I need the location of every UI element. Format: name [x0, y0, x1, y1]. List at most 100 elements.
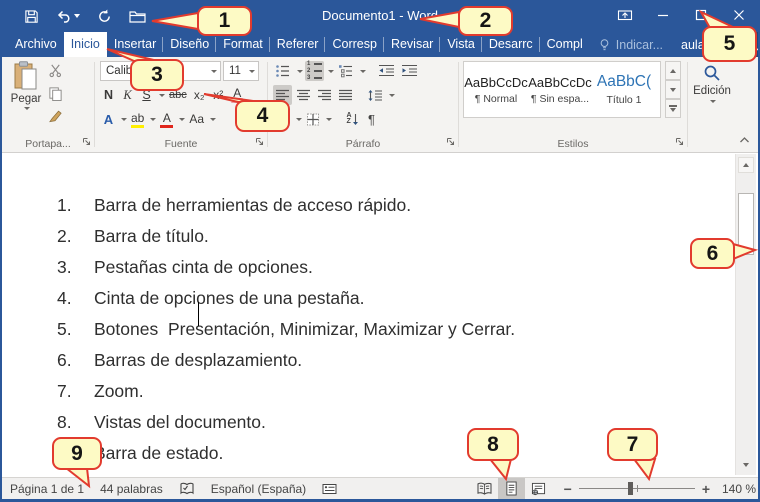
highlight-caret[interactable] — [150, 118, 156, 121]
text-effects-caret[interactable] — [121, 118, 127, 121]
change-case-button[interactable]: Aa — [187, 109, 206, 129]
editing-button[interactable]: Edición — [688, 61, 736, 103]
macro-recording-icon[interactable] — [314, 482, 345, 495]
text-effects-button[interactable]: A — [100, 109, 117, 129]
tab-archivo[interactable]: Archivo — [8, 32, 64, 57]
font-size-combobox[interactable]: 11 — [223, 61, 259, 81]
ribbon-display-options-icon[interactable] — [606, 0, 644, 30]
title-bar: Documento1 - Word — [2, 0, 758, 32]
zoom-slider-thumb[interactable] — [628, 482, 633, 495]
line-spacing-button[interactable] — [365, 85, 385, 105]
vertical-scrollbar[interactable] — [735, 154, 756, 475]
multilevel-list-button[interactable] — [336, 61, 356, 81]
cut-icon[interactable] — [48, 63, 63, 81]
list-item: 5.Botones Presentación, Minimizar, Maxim… — [57, 319, 515, 350]
styles-scroll-buttons — [665, 61, 681, 118]
scroll-down-arrow[interactable] — [738, 458, 754, 472]
bold-button[interactable]: N — [100, 85, 117, 105]
style-titulo-1[interactable]: AaBbC( Título 1 — [592, 62, 656, 117]
tab-correspondencia[interactable]: Corresp — [325, 32, 383, 57]
clear-formatting-letter: A — [233, 88, 241, 98]
tell-me-label: Indicar... — [616, 38, 663, 52]
line-spacing-caret[interactable] — [389, 94, 395, 97]
paste-dropdown-caret[interactable] — [24, 107, 30, 110]
print-layout-button[interactable] — [498, 478, 525, 499]
numbering-caret[interactable] — [328, 70, 334, 73]
bullets-caret[interactable] — [297, 70, 303, 73]
read-mode-button[interactable] — [471, 478, 498, 499]
zoom-slider[interactable] — [579, 482, 695, 495]
styles-scroll-down[interactable] — [665, 80, 681, 99]
font-color-letter: A — [163, 113, 171, 124]
zoom-percentage[interactable]: 140 % — [716, 482, 758, 496]
align-center-button[interactable] — [294, 85, 313, 105]
numbering-button[interactable]: 1 2 3 — [305, 61, 324, 81]
ribbon-tab-bar: Archivo Inicio Insertar Diseño Format Re… — [2, 32, 758, 57]
align-right-button[interactable] — [315, 85, 334, 105]
multilevel-caret[interactable] — [360, 70, 366, 73]
font-color-button[interactable]: A — [158, 110, 175, 128]
paste-button[interactable]: Pegar — [8, 61, 44, 133]
web-layout-button[interactable] — [525, 478, 552, 499]
page-indicator[interactable]: Página 1 de 1 — [2, 482, 92, 496]
lightbulb-icon — [598, 38, 611, 52]
increase-indent-button[interactable] — [399, 61, 420, 81]
style-preview: AaBbCcDc — [528, 75, 592, 90]
format-painter-icon[interactable] — [48, 109, 63, 127]
collapse-ribbon-icon[interactable] — [739, 133, 750, 147]
callout-8: 8 — [467, 428, 519, 461]
sort-button[interactable]: AZ — [344, 109, 361, 129]
zoom-out-button[interactable]: − — [564, 484, 572, 494]
dialog-launcher-parrafo[interactable] — [446, 135, 455, 149]
minimize-icon[interactable] — [644, 0, 682, 30]
callout-4: 4 — [235, 100, 290, 132]
tell-me-box[interactable]: Indicar... — [590, 38, 671, 52]
justify-button[interactable] — [336, 85, 355, 105]
language-indicator[interactable]: Español (España) — [203, 482, 314, 496]
superscript-button[interactable]: x² — [210, 85, 227, 105]
dialog-launcher-estilos[interactable] — [675, 135, 684, 149]
highlight-button[interactable]: ab — [129, 110, 146, 128]
change-case-caret[interactable] — [210, 118, 216, 121]
font-size-caret[interactable] — [249, 70, 255, 73]
bullets-button[interactable] — [273, 61, 293, 81]
font-color-caret[interactable] — [179, 118, 185, 121]
tab-revisar[interactable]: Revisar — [384, 32, 440, 57]
document-page[interactable]: 1.Barra de herramientas de acceso rápido… — [4, 154, 735, 475]
list-item: 9.Barra de estado. — [57, 443, 515, 474]
tab-complementos[interactable]: Compl — [540, 32, 590, 57]
style-normal[interactable]: AaBbCcDc ¶ Normal — [464, 62, 528, 117]
tab-insertar[interactable]: Insertar — [107, 32, 163, 57]
copy-icon[interactable] — [48, 86, 63, 104]
borders-button[interactable] — [304, 109, 322, 129]
tab-referencias[interactable]: Referer — [270, 32, 326, 57]
dialog-launcher-fuente[interactable] — [255, 135, 264, 149]
style-preview: AaBbC( — [597, 73, 651, 91]
highlight-color-bar — [131, 125, 144, 129]
scrollbar-thumb[interactable] — [738, 193, 754, 255]
proofing-status-icon[interactable] — [171, 482, 203, 496]
group-edicion: Edición — [688, 57, 736, 152]
callout-1: 1 — [197, 6, 252, 36]
styles-scroll-up[interactable] — [665, 61, 681, 80]
scroll-up-arrow[interactable] — [738, 157, 754, 173]
list-item: 6.Barras de desplazamiento. — [57, 350, 515, 381]
list-item: 4.Cinta de opciones de una pestaña. — [57, 288, 515, 319]
underline-caret[interactable] — [159, 94, 165, 97]
tab-inicio[interactable]: Inicio — [64, 32, 107, 57]
zoom-in-button[interactable]: + — [702, 484, 710, 494]
font-name-caret[interactable] — [211, 70, 217, 73]
shading-caret[interactable] — [296, 118, 302, 121]
callout-2: 2 — [458, 6, 513, 36]
highlight-letters: ab — [131, 113, 144, 124]
show-marks-button[interactable]: ¶ — [363, 109, 380, 129]
decrease-indent-button[interactable] — [376, 61, 397, 81]
dialog-launcher-portapapeles[interactable] — [82, 135, 91, 149]
style-sin-espacio[interactable]: AaBbCcDc ¶ Sin espa... — [528, 62, 592, 117]
subscript-button[interactable]: x₂ — [191, 85, 208, 105]
style-name: Título 1 — [606, 94, 641, 106]
word-count[interactable]: 44 palabras — [92, 482, 171, 496]
styles-more-button[interactable] — [665, 99, 681, 118]
borders-caret[interactable] — [326, 118, 332, 121]
editing-caret[interactable] — [710, 100, 716, 103]
